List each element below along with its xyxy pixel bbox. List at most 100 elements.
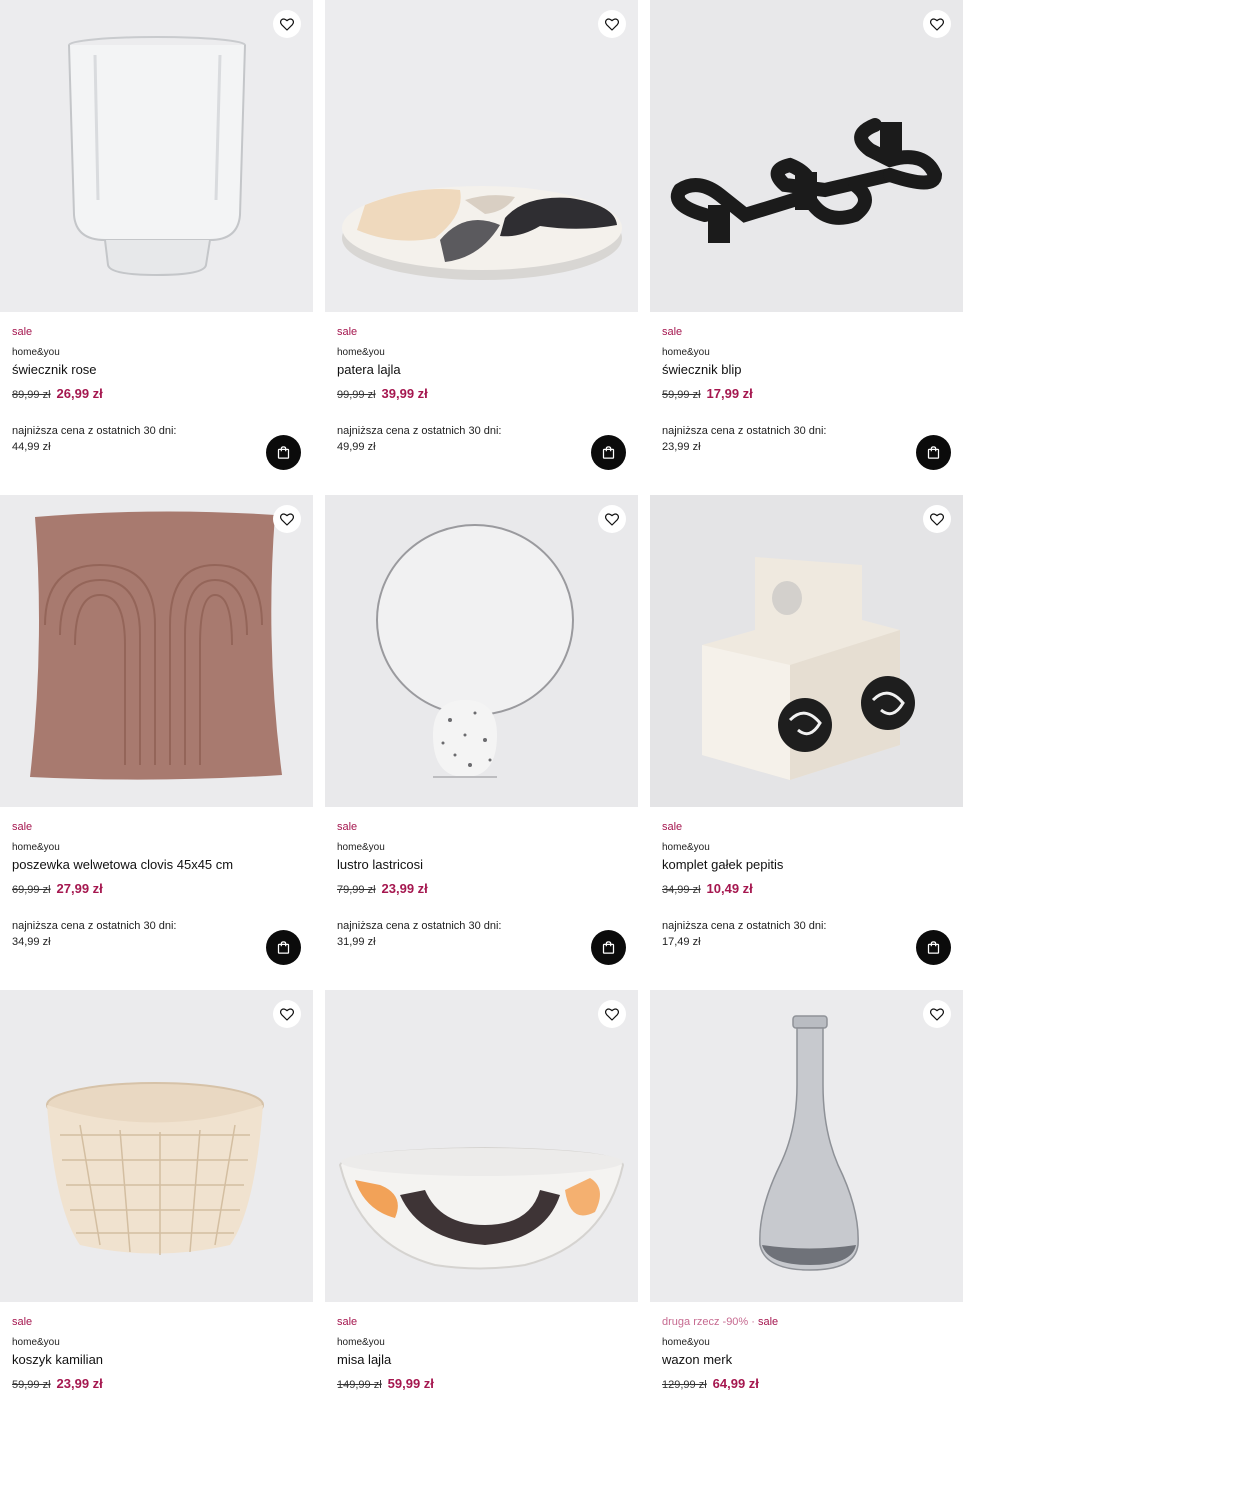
product-info: sale home&you świecznik blip 59,99 zł 17… bbox=[650, 325, 963, 470]
lowest-price-label: najniższa cena z ostatnich 30 dni: bbox=[662, 920, 827, 932]
product-image[interactable] bbox=[650, 0, 963, 312]
product-image[interactable] bbox=[0, 990, 313, 1302]
add-to-favorites-button[interactable] bbox=[923, 505, 951, 533]
add-to-cart-button[interactable] bbox=[916, 435, 951, 470]
product-card: sale home&you lustro lastricosi 79,99 zł… bbox=[325, 495, 638, 990]
lowest-price-value: 31,99 zł bbox=[337, 936, 376, 948]
product-name[interactable]: wazon merk bbox=[662, 1352, 951, 1368]
add-to-cart-button[interactable] bbox=[266, 435, 301, 470]
product-prices: 34,99 zł 10,49 zł bbox=[662, 882, 951, 897]
product-image[interactable] bbox=[325, 0, 638, 312]
old-price: 149,99 zł bbox=[337, 1379, 382, 1391]
old-price: 99,99 zł bbox=[337, 389, 376, 401]
product-name[interactable]: misa lajla bbox=[337, 1352, 626, 1368]
product-info: sale home&you poszewka welwetowa clovis … bbox=[0, 820, 313, 965]
add-to-favorites-button[interactable] bbox=[273, 505, 301, 533]
product-card: sale home&you poszewka welwetowa clovis … bbox=[0, 495, 313, 990]
sale-price: 10,49 zł bbox=[706, 881, 753, 896]
add-to-favorites-button[interactable] bbox=[598, 505, 626, 533]
product-info: sale home&you misa lajla 149,99 zł 59,99… bbox=[325, 1315, 638, 1392]
product-card: sale home&you świecznik blip 59,99 zł 17… bbox=[650, 0, 963, 495]
add-to-favorites-button[interactable] bbox=[923, 10, 951, 38]
product-info: sale home&you świecznik rose 89,99 zł 26… bbox=[0, 325, 313, 470]
product-card: sale home&you patera lajla 99,99 zł 39,9… bbox=[325, 0, 638, 495]
sale-badge: sale bbox=[662, 326, 683, 338]
product-prices: 59,99 zł 17,99 zł bbox=[662, 387, 951, 402]
product-prices: 99,99 zł 39,99 zł bbox=[337, 387, 626, 402]
lowest-price-value: 23,99 zł bbox=[662, 441, 701, 453]
product-prices: 129,99 zł 64,99 zł bbox=[662, 1377, 951, 1392]
lowest-price-info: najniższa cena z ostatnich 30 dni: 49,99… bbox=[337, 423, 626, 455]
product-name[interactable]: koszyk kamilian bbox=[12, 1352, 301, 1368]
old-price: 129,99 zł bbox=[662, 1379, 707, 1391]
product-brand: home&you bbox=[337, 842, 385, 853]
product-name[interactable]: komplet gałek pepitis bbox=[662, 857, 951, 873]
add-to-favorites-button[interactable] bbox=[923, 1000, 951, 1028]
product-info: sale home&you komplet gałek pepitis 34,9… bbox=[650, 820, 963, 965]
sale-badge: sale bbox=[662, 821, 683, 833]
product-image[interactable] bbox=[325, 495, 638, 807]
old-price: 59,99 zł bbox=[662, 389, 701, 401]
product-brand: home&you bbox=[662, 842, 710, 853]
product-info: sale home&you lustro lastricosi 79,99 zł… bbox=[325, 820, 638, 965]
lowest-price-value: 17,49 zł bbox=[662, 936, 701, 948]
lowest-price-value: 34,99 zł bbox=[12, 936, 51, 948]
product-name[interactable]: poszewka welwetowa clovis 45x45 cm bbox=[12, 857, 301, 873]
sale-badge: sale bbox=[12, 326, 33, 338]
product-name[interactable]: świecznik blip bbox=[662, 362, 951, 378]
product-grid: sale home&you świecznik rose 89,99 zł 26… bbox=[0, 0, 963, 1485]
add-to-cart-button[interactable] bbox=[591, 930, 626, 965]
add-to-favorites-button[interactable] bbox=[598, 1000, 626, 1028]
add-to-favorites-button[interactable] bbox=[598, 10, 626, 38]
product-image[interactable] bbox=[0, 495, 313, 807]
product-card: sale home&you komplet gałek pepitis 34,9… bbox=[650, 495, 963, 990]
sale-price: 26,99 zł bbox=[56, 386, 103, 401]
lowest-price-label: najniższa cena z ostatnich 30 dni: bbox=[12, 425, 177, 437]
product-info: sale home&you patera lajla 99,99 zł 39,9… bbox=[325, 325, 638, 470]
add-to-cart-button[interactable] bbox=[266, 930, 301, 965]
add-to-cart-button[interactable] bbox=[591, 435, 626, 470]
product-image[interactable] bbox=[0, 0, 313, 312]
badge-separator: · bbox=[748, 1316, 758, 1328]
product-card: sale home&you świecznik rose 89,99 zł 26… bbox=[0, 0, 313, 495]
sale-price: 64,99 zł bbox=[712, 1376, 759, 1391]
lowest-price-label: najniższa cena z ostatnich 30 dni: bbox=[337, 920, 502, 932]
heart-outline-icon bbox=[929, 513, 945, 526]
lowest-price-info: najniższa cena z ostatnich 30 dni: 17,49… bbox=[662, 918, 951, 950]
lowest-price-value: 44,99 zł bbox=[12, 441, 51, 453]
product-name[interactable]: lustro lastricosi bbox=[337, 857, 626, 873]
heart-outline-icon bbox=[929, 18, 945, 31]
add-to-favorites-button[interactable] bbox=[273, 10, 301, 38]
product-prices: 89,99 zł 26,99 zł bbox=[12, 387, 301, 402]
heart-outline-icon bbox=[279, 18, 295, 31]
lowest-price-info: najniższa cena z ostatnich 30 dni: 23,99… bbox=[662, 423, 951, 455]
lowest-price-label: najniższa cena z ostatnich 30 dni: bbox=[12, 920, 177, 932]
lowest-price-info: najniższa cena z ostatnich 30 dni: 31,99… bbox=[337, 918, 626, 950]
product-image[interactable] bbox=[650, 495, 963, 807]
product-brand: home&you bbox=[12, 1337, 60, 1348]
add-to-cart-button[interactable] bbox=[916, 930, 951, 965]
product-name[interactable]: patera lajla bbox=[337, 362, 626, 378]
old-price: 79,99 zł bbox=[337, 884, 376, 896]
product-info: druga rzecz -90% · sale home&you wazon m… bbox=[650, 1315, 963, 1392]
product-image[interactable] bbox=[650, 990, 963, 1302]
product-brand: home&you bbox=[337, 347, 385, 358]
lowest-price-info: najniższa cena z ostatnich 30 dni: 44,99… bbox=[12, 423, 301, 455]
product-image[interactable] bbox=[325, 990, 638, 1302]
shopping-bag-icon bbox=[277, 941, 290, 954]
promo-badges: druga rzecz -90% · sale bbox=[662, 1315, 951, 1329]
sale-price: 23,99 zł bbox=[381, 881, 428, 896]
shopping-bag-icon bbox=[602, 446, 615, 459]
add-to-favorites-button[interactable] bbox=[273, 1000, 301, 1028]
sale-price: 17,99 zł bbox=[706, 386, 753, 401]
sale-badge: sale bbox=[12, 821, 33, 833]
sale-badge: sale bbox=[758, 1316, 779, 1328]
promo-badge: druga rzecz -90% bbox=[662, 1316, 749, 1328]
product-name[interactable]: świecznik rose bbox=[12, 362, 301, 378]
shopping-bag-icon bbox=[277, 446, 290, 459]
lowest-price-label: najniższa cena z ostatnich 30 dni: bbox=[662, 425, 827, 437]
product-brand: home&you bbox=[12, 842, 60, 853]
product-info: sale home&you koszyk kamilian 59,99 zł 2… bbox=[0, 1315, 313, 1392]
shopping-bag-icon bbox=[602, 941, 615, 954]
old-price: 59,99 zł bbox=[12, 1379, 51, 1391]
